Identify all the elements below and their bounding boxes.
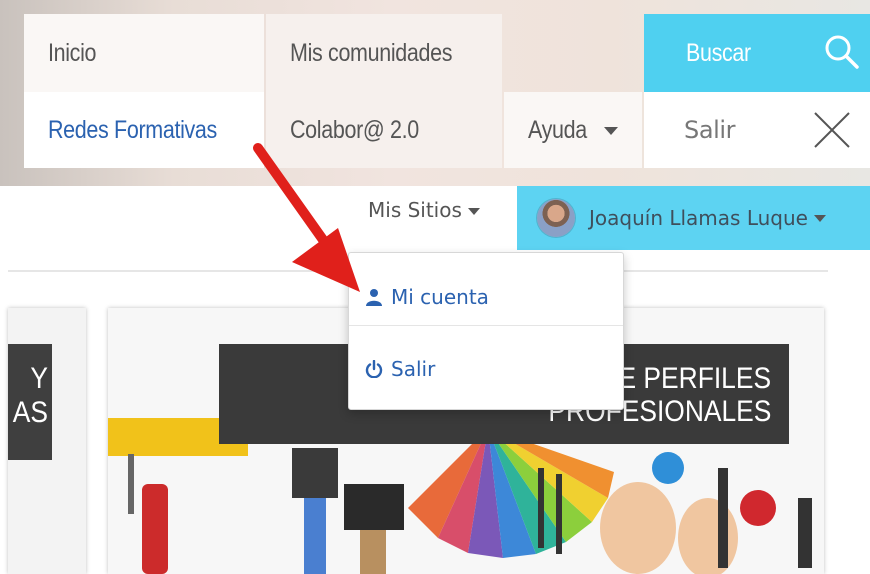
search-label: Buscar: [686, 38, 751, 67]
caret-down-icon: [467, 208, 480, 215]
logout-menu-item[interactable]: Salir: [644, 92, 794, 168]
banner-line: Y: [30, 362, 48, 395]
search-button[interactable]: Buscar: [644, 14, 870, 92]
menu-item-mis-comunidades[interactable]: Mis comunidades: [266, 14, 502, 92]
dropdown-divider: [349, 325, 623, 326]
menu-item-ayuda[interactable]: Ayuda: [504, 92, 642, 168]
card-left-banner: Y AS: [8, 344, 52, 460]
close-icon: [814, 112, 850, 148]
mis-sitios-label: Mis Sitios: [368, 198, 462, 222]
dropdown-item-label: Salir: [391, 357, 436, 381]
search-icon: [825, 35, 859, 69]
user-icon: [366, 289, 382, 306]
avatar: [537, 199, 575, 237]
menu-item-label: Ayuda: [528, 115, 587, 144]
user-dropdown-menu: Mi cuenta Salir: [348, 252, 624, 410]
caret-down-icon: [604, 127, 618, 135]
menu-item-label: Redes Formativas: [48, 115, 217, 144]
dropdown-item-label: Mi cuenta: [391, 285, 489, 309]
user-name: Joaquín Llamas Luque: [589, 206, 808, 230]
mis-sitios-menu[interactable]: Mis Sitios: [368, 198, 480, 222]
menu-item-label: Mis comunidades: [290, 38, 453, 67]
caret-down-icon: [813, 214, 826, 222]
menu-item-redes-formativas[interactable]: Redes Formativas: [24, 92, 264, 168]
dropdown-item-salir[interactable]: Salir: [365, 357, 435, 381]
power-icon: [365, 360, 383, 378]
user-menu[interactable]: Joaquín Llamas Luque: [517, 186, 870, 250]
dropdown-item-mi-cuenta[interactable]: Mi cuenta: [365, 285, 489, 309]
logout-label: Salir: [684, 116, 736, 144]
menu-item-inicio[interactable]: Inicio: [24, 14, 264, 92]
banner-line: AS: [12, 396, 49, 429]
menu-item-label: Colabor@ 2.0: [290, 115, 419, 144]
menu-item-label: Inicio: [48, 38, 97, 67]
menu-item-colabora[interactable]: Colabor@ 2.0: [266, 92, 502, 168]
close-button[interactable]: [794, 92, 870, 168]
banner-line: DE PERFILES: [599, 362, 771, 395]
